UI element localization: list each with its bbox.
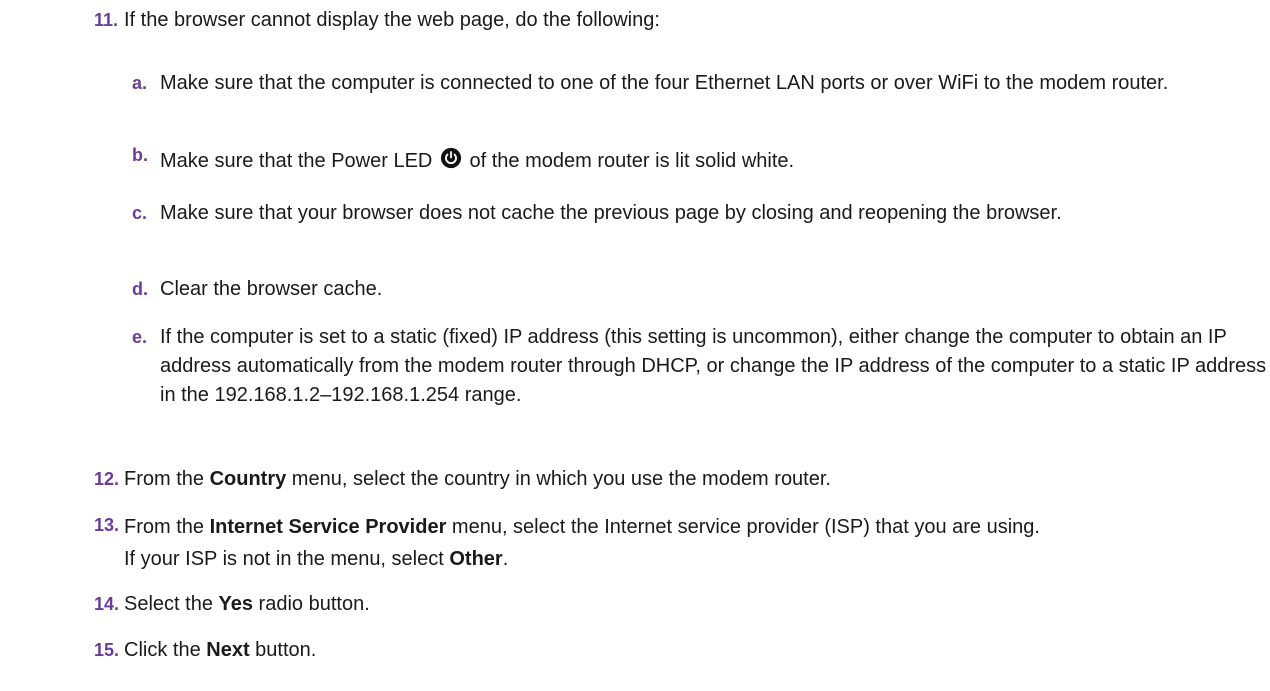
substep-text: Clear the browser cache.	[160, 278, 383, 300]
substep-letter: e.	[132, 327, 148, 347]
substep-text: Make sure that the Power LED of the mode…	[160, 147, 1270, 176]
substep-letter: b.	[132, 145, 148, 165]
step-text: From the Country menu, select the countr…	[124, 465, 1258, 494]
power-icon	[440, 147, 462, 169]
step-text-pre: Select the	[124, 593, 219, 615]
step-text-post: menu, select the country in which you us…	[286, 468, 831, 490]
menu-name-country: Country	[209, 468, 287, 490]
step-number: 12.	[94, 469, 120, 489]
substep-d: d. Clear the browser cache.	[132, 275, 1270, 305]
step-text-pre: From the	[124, 468, 210, 490]
option-other: Other	[449, 548, 503, 570]
step-number: 14.	[94, 594, 120, 614]
step-text: Select the Yes radio button.	[124, 590, 1258, 619]
step-text-line2-pre: If your ISP is not in the menu, select	[124, 548, 450, 570]
substep-a: a. Make sure that the computer is connec…	[132, 69, 1270, 129]
step-text: If the browser cannot display the web pa…	[124, 9, 660, 31]
step-text-pre: From the	[124, 516, 210, 538]
substep-text: If the computer is set to a static (fixe…	[160, 326, 1267, 406]
substep-b: b. Make sure that the Power LED of the m…	[132, 145, 1270, 177]
menu-name-isp: Internet Service Provider	[209, 516, 447, 538]
radio-name-yes: Yes	[218, 593, 253, 615]
substep-letter: a.	[132, 73, 148, 93]
step-text-pre: Click the	[124, 639, 207, 661]
step-number: 15.	[94, 640, 120, 660]
step-number: 11.	[94, 10, 119, 30]
step-text: Click the Next button.	[124, 636, 1258, 665]
substep-text-post: of the modem router is lit solid white.	[463, 150, 795, 172]
step-text-line2-post: .	[502, 548, 509, 570]
substep-c: c. Make sure that your browser does not …	[132, 199, 1270, 259]
substep-letter: d.	[132, 279, 148, 299]
substep-text-pre: Make sure that the Power LED	[160, 150, 438, 172]
step-text-post: button.	[249, 639, 317, 661]
substep-text: Make sure that your browser does not cac…	[160, 202, 1062, 224]
button-name-next: Next	[206, 639, 250, 661]
substep-text: Make sure that the computer is connected…	[160, 72, 1169, 94]
step-text-post: menu, select the Internet service provid…	[446, 516, 1040, 538]
step-13: 13. From the Internet Service Provider m…	[94, 511, 1258, 571]
step-number: 13.	[94, 515, 120, 535]
step-text: From the Internet Service Provider menu,…	[124, 511, 1258, 575]
step-text-post: radio button.	[253, 593, 370, 615]
substep-letter: c.	[132, 203, 148, 223]
page: { "steps": { "s11": {"num": "11.", "text…	[0, 0, 1270, 691]
substep-e: e. If the computer is set to a static (f…	[132, 323, 1270, 413]
